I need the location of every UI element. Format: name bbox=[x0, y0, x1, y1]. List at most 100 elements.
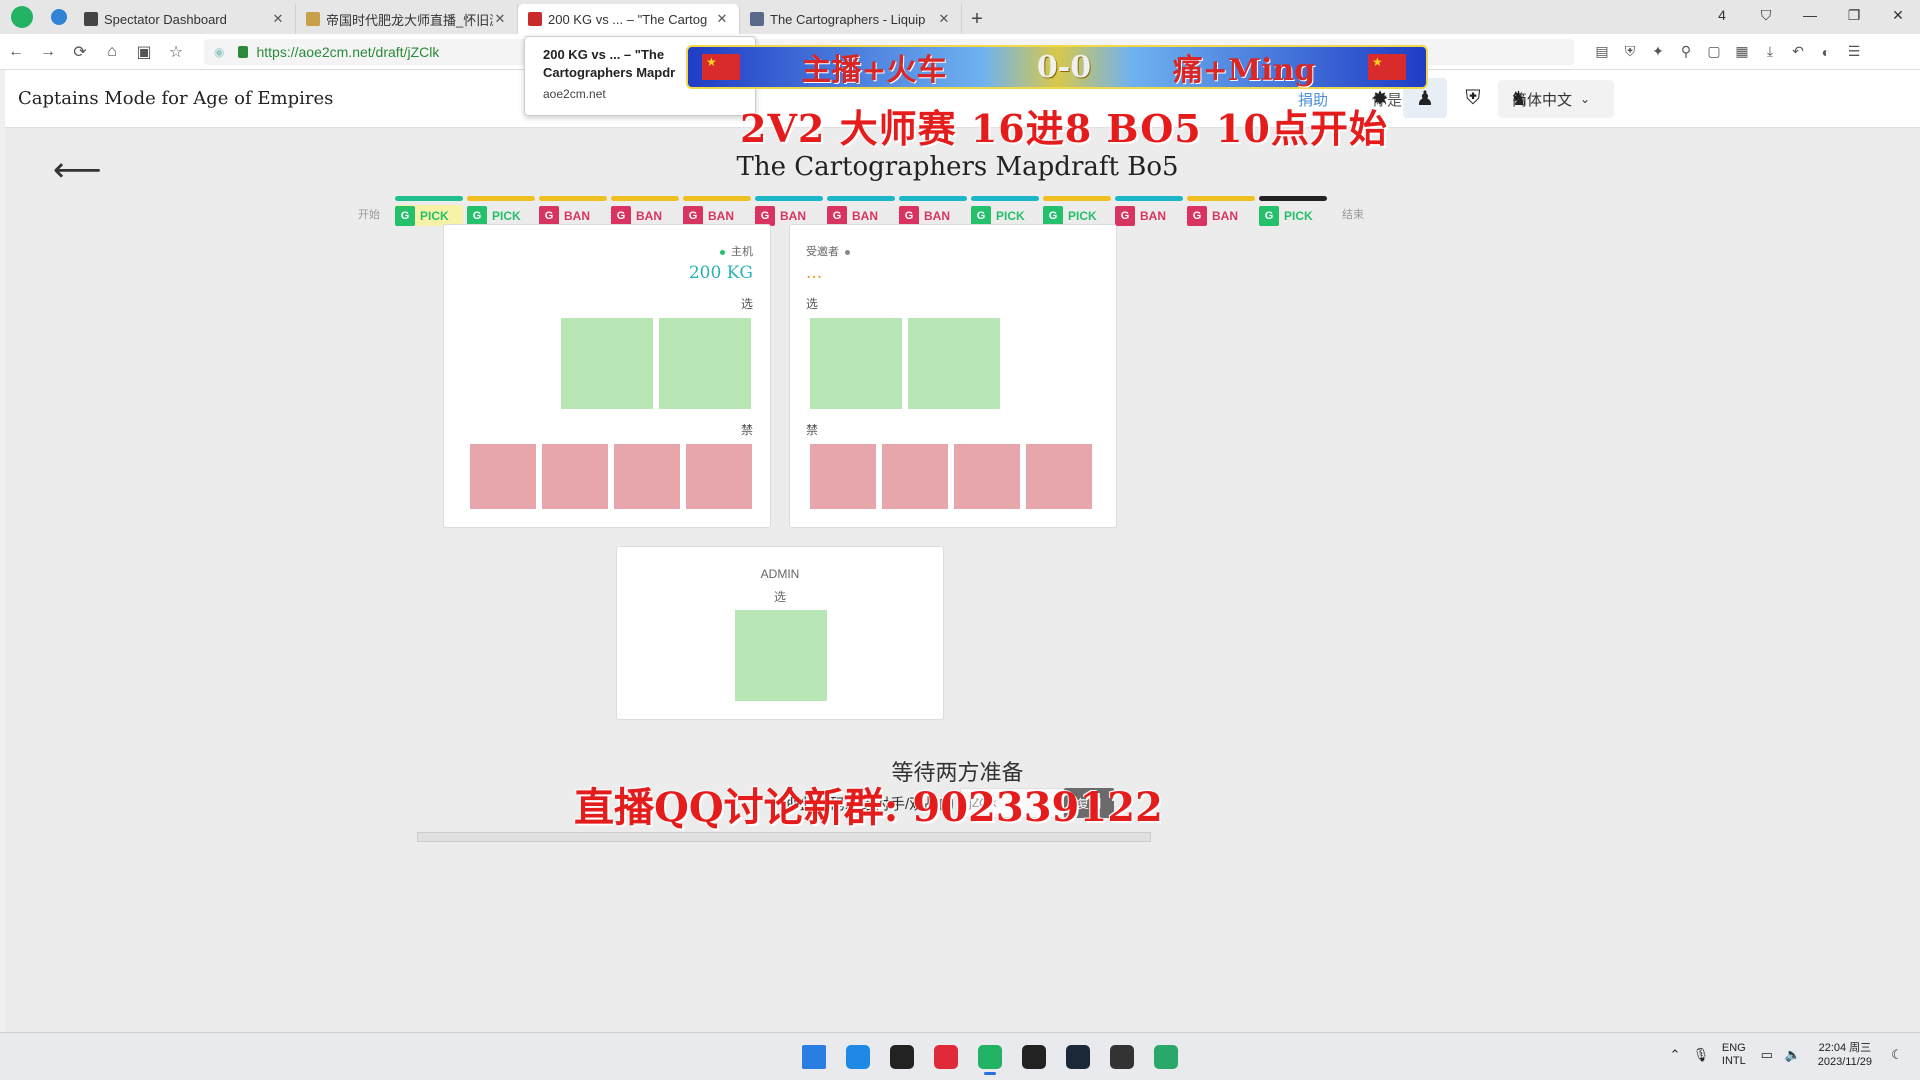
shield-role-icon[interactable]: ⛨ bbox=[1451, 78, 1495, 118]
taskbar-app-icon[interactable] bbox=[880, 1039, 924, 1075]
admin-pick-slot[interactable] bbox=[735, 610, 827, 701]
timeline-end-label: 结束 bbox=[1342, 209, 1364, 221]
taskbar: ⌃ 🎙 ENG INTL ▭ 🔈 22:04 周三 2023/11/29 ☾ bbox=[0, 1032, 1920, 1080]
shield-ext-icon[interactable]: ⛨ bbox=[1616, 34, 1644, 70]
timeline-step-bar bbox=[1115, 196, 1183, 201]
admin-card: ADMIN 选 bbox=[616, 546, 944, 720]
host-pick-slot[interactable] bbox=[561, 318, 653, 409]
undo-icon[interactable]: ↶ bbox=[1784, 34, 1812, 70]
game-ext-icon[interactable]: ✦ bbox=[1644, 34, 1672, 70]
input-language[interactable]: ENG INTL bbox=[1722, 1042, 1746, 1068]
guest-ban-slot[interactable] bbox=[1026, 444, 1092, 509]
guest-ban-slot[interactable] bbox=[810, 444, 876, 509]
timeline-step: G PICK bbox=[969, 196, 1041, 226]
guest-ban-slot[interactable] bbox=[954, 444, 1020, 509]
start-button[interactable] bbox=[792, 1039, 836, 1075]
shirt-icon[interactable]: ⛉ bbox=[1744, 0, 1788, 30]
screen-icon[interactable]: ▢ bbox=[1700, 34, 1728, 70]
timeline-step: G PICK bbox=[393, 196, 465, 226]
taskbar-app-icon[interactable] bbox=[1100, 1039, 1144, 1075]
minimize-button[interactable]: — bbox=[1788, 0, 1832, 30]
bottom-panel bbox=[417, 832, 1151, 842]
download-icon[interactable]: ⤓ bbox=[1756, 34, 1784, 70]
search-ext-icon[interactable]: ⚲ bbox=[1672, 34, 1700, 70]
host-ban-slot[interactable] bbox=[470, 444, 536, 509]
taskbar-app-icon[interactable] bbox=[836, 1039, 880, 1075]
favorites-icon[interactable]: ☆ bbox=[160, 34, 192, 70]
timeline-step-bar bbox=[611, 196, 679, 201]
timeline-step-chip: G BAN bbox=[1115, 205, 1183, 226]
timeline-step-chip: G PICK bbox=[1043, 205, 1111, 226]
browser-logo-icon[interactable] bbox=[0, 0, 44, 34]
extension-bag-icon[interactable]: ▣ bbox=[128, 34, 160, 70]
taskbar-app-icon[interactable] bbox=[1144, 1039, 1188, 1075]
clock[interactable]: 22:04 周三 2023/11/29 bbox=[1818, 1041, 1872, 1069]
taskbar-app-icon[interactable] bbox=[1056, 1039, 1100, 1075]
step-action: BAN bbox=[1140, 208, 1166, 223]
guest-role: 受邀者 bbox=[806, 243, 856, 259]
restore-button[interactable]: ❐ bbox=[1832, 0, 1876, 30]
tab-title: 帝国时代肥龙大师直播_怀旧游 bbox=[326, 12, 493, 28]
tab-favicon-icon bbox=[84, 12, 98, 26]
browser-tab[interactable]: 200 KG vs ... – "The Cartog ✕ bbox=[518, 4, 740, 34]
tab-count-badge[interactable]: 4 bbox=[1700, 0, 1744, 30]
guest-pick-label: 选 bbox=[806, 297, 819, 311]
cat-role-icon[interactable]: ♞ bbox=[1497, 78, 1541, 118]
volume-icon[interactable]: 🔈 bbox=[1780, 1047, 1806, 1063]
home-button[interactable]: ⌂ bbox=[96, 34, 128, 70]
guest-status-dot bbox=[845, 249, 850, 255]
reload-button[interactable]: ⟳ bbox=[64, 34, 96, 70]
game-g-badge: G bbox=[755, 205, 775, 226]
guest-pick-slot[interactable] bbox=[908, 318, 1000, 409]
close-tab-icon[interactable]: ✕ bbox=[937, 11, 951, 27]
step-action: PICK bbox=[996, 208, 1025, 223]
browser-tab[interactable]: Spectator Dashboard ✕ bbox=[74, 4, 296, 34]
close-tab-icon[interactable]: ✕ bbox=[271, 11, 285, 27]
guest-pick-slot[interactable] bbox=[810, 318, 902, 409]
overlay-left-team: 主播+火车 bbox=[801, 53, 947, 88]
timeline-step-chip: G PICK bbox=[1259, 205, 1327, 226]
admin-pick-label: 选 bbox=[773, 590, 786, 604]
host-pick-label: 选 bbox=[740, 297, 753, 311]
back-button[interactable]: ← bbox=[0, 34, 32, 70]
host-ban-slot[interactable] bbox=[614, 444, 680, 509]
notification-icon[interactable]: ☾ bbox=[1884, 1047, 1910, 1063]
step-action: BAN bbox=[852, 208, 878, 223]
browser-tab[interactable]: 帝国时代肥龙大师直播_怀旧游 ✕ bbox=[296, 4, 518, 34]
close-tab-icon[interactable]: ✕ bbox=[493, 11, 507, 27]
timeline-step-bar bbox=[467, 196, 535, 201]
menu-icon[interactable]: ☰ bbox=[1840, 34, 1868, 70]
timeline-step-bar bbox=[755, 196, 823, 201]
guest-ban-slot[interactable] bbox=[882, 444, 948, 509]
site-title[interactable]: Captains Mode for Age of Empires bbox=[18, 88, 333, 109]
host-card: 主机 200 KG 选 禁 bbox=[443, 224, 771, 528]
game-g-badge: G bbox=[611, 205, 631, 226]
translate-icon[interactable]: ▤ bbox=[1588, 34, 1616, 70]
url-text: https://aoe2cm.net/draft/jZClk bbox=[256, 43, 440, 60]
game-g-badge: G bbox=[1259, 205, 1279, 226]
taskbar-app-icon[interactable] bbox=[968, 1039, 1012, 1075]
host-pick-slot[interactable] bbox=[659, 318, 751, 409]
forward-button[interactable]: → bbox=[32, 34, 64, 70]
apps-grid-icon[interactable]: ▦ bbox=[1728, 34, 1756, 70]
game-g-badge: G bbox=[1115, 205, 1135, 226]
game-g-badge: G bbox=[467, 205, 487, 226]
taskbar-apps bbox=[792, 1039, 1188, 1075]
network-icon[interactable]: ▭ bbox=[1754, 1047, 1780, 1063]
step-action: PICK bbox=[1284, 208, 1313, 223]
edge-icon[interactable]: ◐ bbox=[1812, 34, 1840, 70]
taskbar-app-icon[interactable] bbox=[1012, 1039, 1056, 1075]
chevron-up-icon[interactable]: ⌃ bbox=[1662, 1047, 1688, 1063]
pinned-tab-icon[interactable] bbox=[44, 0, 74, 34]
host-ban-slot[interactable] bbox=[686, 444, 752, 509]
new-tab-button[interactable]: + bbox=[962, 4, 992, 34]
browser-tabbar: Spectator Dashboard ✕ 帝国时代肥龙大师直播_怀旧游 ✕ 200 K… bbox=[0, 0, 1920, 34]
close-window-button[interactable]: ✕ bbox=[1876, 0, 1920, 30]
timeline-step-bar bbox=[395, 196, 463, 201]
microphone-icon[interactable]: 🎙 bbox=[1688, 1047, 1714, 1063]
taskbar-app-icon[interactable] bbox=[924, 1039, 968, 1075]
step-action: PICK bbox=[420, 208, 449, 223]
close-tab-icon[interactable]: ✕ bbox=[715, 11, 729, 27]
host-ban-slot[interactable] bbox=[542, 444, 608, 509]
browser-tab[interactable]: The Cartographers - Liquip ✕ bbox=[740, 4, 962, 34]
